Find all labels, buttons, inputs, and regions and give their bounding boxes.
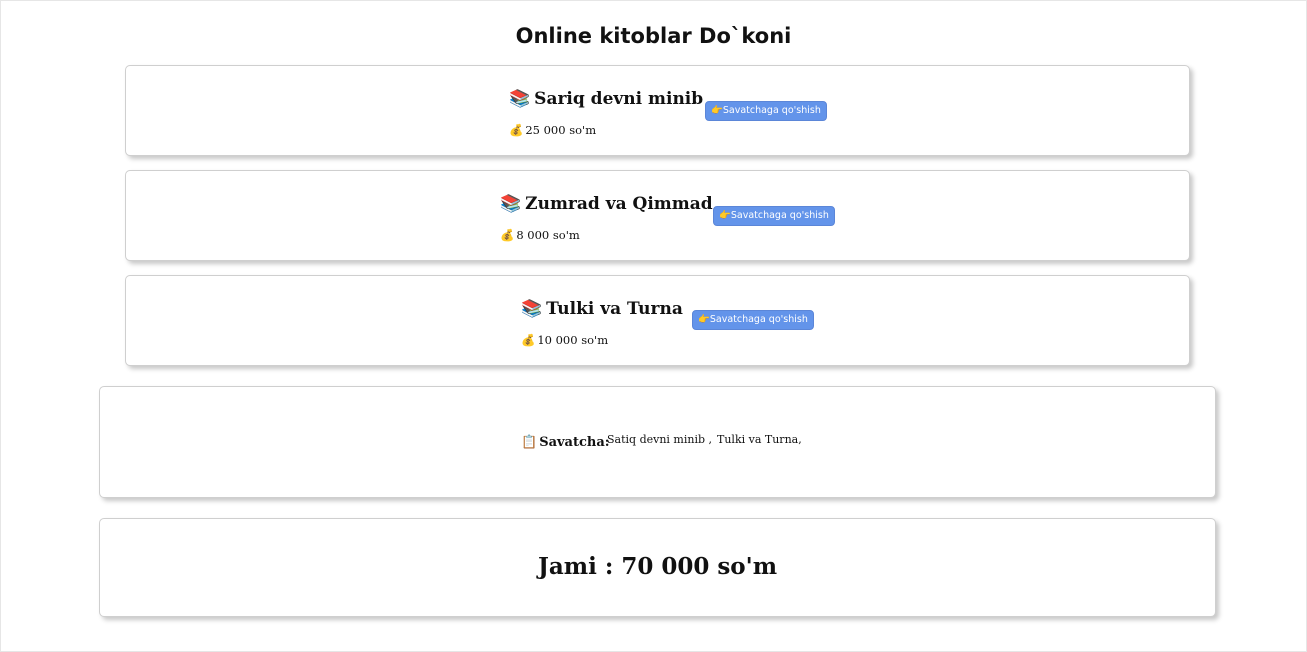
total-value: 70 000 so'm [621, 553, 778, 580]
cart-label-text: Savatcha: [539, 435, 610, 450]
books-icon: 📚 [509, 89, 531, 109]
page-title: Online kitoblar Do`koni [515, 24, 792, 48]
book-title-text: Tulki va Turna [546, 299, 683, 319]
money-bag-icon: 💰 [500, 228, 515, 242]
book-price: 💰 25 000 so'm [509, 122, 596, 138]
total-panel: Jami : 70 000 so'm [99, 518, 1216, 617]
book-card-zumrad-va-qimmad: 📚 Zumrad va Qimmad 💰 8 000 so'm 👉Savatchag… [125, 170, 1190, 261]
books-icon: 📚 [500, 194, 522, 214]
add-to-cart-button[interactable]: 👉Savatchaga qo'shish [692, 310, 814, 330]
book-title-text: Zumrad va Qimmad [525, 194, 713, 214]
total-label: Jami : [537, 553, 614, 580]
pointing-hand-icon: 👉 [719, 210, 731, 221]
cart-item: Tulki va Turna, [717, 433, 802, 446]
book-price-text: 8 000 so'm [516, 228, 580, 242]
add-to-cart-label: Savatchaga qo'shish [722, 105, 821, 116]
clipboard-icon: 📋 [521, 435, 538, 450]
book-title: 📚 Zumrad va Qimmad [500, 193, 713, 215]
add-to-cart-label: Savatchaga qo'shish [730, 210, 829, 221]
cart-label: 📋 Savatcha: [521, 434, 610, 452]
add-to-cart-button[interactable]: 👉Savatchaga qo'shish [713, 206, 835, 226]
total-row: Jami : 70 000 so'm [100, 552, 1215, 582]
book-price: 💰 10 000 so'm [521, 332, 608, 348]
add-to-cart-label: Savatchaga qo'shish [709, 314, 808, 325]
book-title: 📚 Tulki va Turna [521, 298, 683, 320]
book-card-tulki-va-turna: 📚 Tulki va Turna 💰 10 000 so'm 👉Savatchaga… [125, 275, 1190, 366]
book-price-text: 10 000 so'm [537, 333, 609, 347]
books-icon: 📚 [521, 299, 543, 319]
money-bag-icon: 💰 [521, 333, 536, 347]
book-title-text: Sariq devni minib [534, 89, 704, 109]
book-price: 💰 8 000 so'm [500, 227, 580, 243]
add-to-cart-button[interactable]: 👉Savatchaga qo'shish [705, 101, 827, 121]
pointing-hand-icon: 👉 [711, 105, 723, 116]
money-bag-icon: 💰 [509, 123, 524, 137]
pointing-hand-icon: 👉 [698, 314, 710, 325]
book-card-sariq-devni-minib: 📚 Sariq devni minib 💰 25 000 so'm 👉Savatch… [125, 65, 1190, 156]
book-price-text: 25 000 so'm [525, 123, 597, 137]
cart-panel: 📋 Savatcha: Satiq devni minib , Tulki va … [99, 386, 1216, 498]
book-title: 📚 Sariq devni minib [509, 88, 703, 110]
cart-item: Satiq devni minib , [607, 433, 713, 446]
